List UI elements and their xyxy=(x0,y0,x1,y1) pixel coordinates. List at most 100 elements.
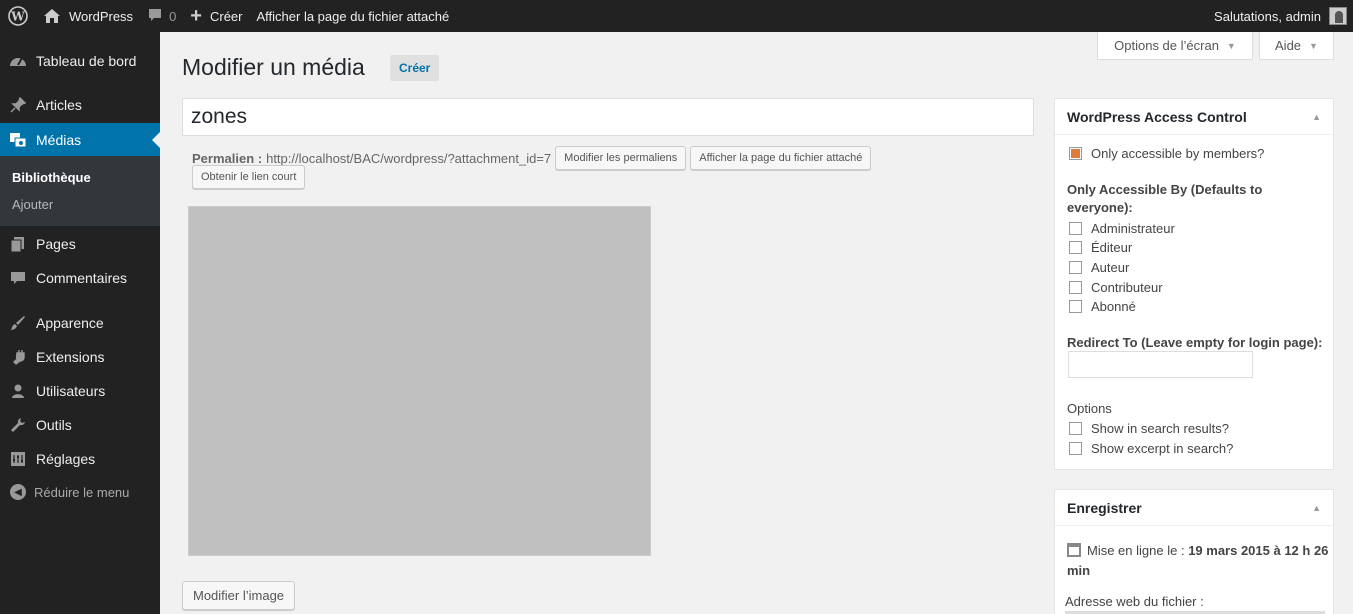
role-label: Abonné xyxy=(1091,299,1136,314)
pin-icon xyxy=(0,97,36,113)
avatar xyxy=(1329,7,1347,25)
role-row[interactable]: Abonné xyxy=(1069,299,1136,314)
sidebar-item-tools[interactable]: Outils xyxy=(0,408,160,442)
accessible-by-label: Only Accessible By (Defaults to everyone… xyxy=(1067,182,1263,215)
sidebar-item-media[interactable]: Médias xyxy=(0,123,160,157)
sidebar-item-comments[interactable]: Commentaires xyxy=(0,261,160,295)
role-checkbox[interactable] xyxy=(1069,300,1082,313)
submenu-library[interactable]: Bibliothèque xyxy=(12,170,91,185)
sidebar-item-label: Tableau de bord xyxy=(36,53,137,69)
admin-bar: W WordPress 0 + Créer Afficher la page d… xyxy=(0,0,1353,32)
role-checkbox[interactable] xyxy=(1069,222,1082,235)
page-title: Modifier un média xyxy=(182,54,365,80)
comment-bubble-icon xyxy=(147,7,163,26)
media-submenu: Bibliothèque Ajouter xyxy=(0,156,160,226)
plus-icon: + xyxy=(190,4,202,27)
members-only-row[interactable]: Only accessible by members? xyxy=(1069,146,1264,161)
publish-box: Enregistrer ▲ Mise en ligne le : 19 mars… xyxy=(1054,489,1334,614)
new-content-label: Créer xyxy=(209,8,243,24)
sidebar-item-users[interactable]: Utilisateurs xyxy=(0,374,160,408)
show-excerpt-label: Show excerpt in search? xyxy=(1091,441,1234,456)
sidebar-item-label: Outils xyxy=(36,417,72,433)
submenu-add-new[interactable]: Ajouter xyxy=(12,197,53,212)
help-label: Aide xyxy=(1275,38,1302,53)
members-only-label: Only accessible by members? xyxy=(1091,146,1265,161)
redirect-input[interactable] xyxy=(1068,351,1253,378)
new-content-link[interactable]: + Créer xyxy=(183,0,249,32)
dashboard-icon xyxy=(0,53,36,69)
site-name[interactable]: WordPress xyxy=(69,9,133,24)
show-search-row[interactable]: Show in search results? xyxy=(1069,421,1229,436)
greeting: Salutations, admin xyxy=(1214,8,1321,24)
show-excerpt-row[interactable]: Show excerpt in search? xyxy=(1069,441,1233,456)
role-row[interactable]: Auteur xyxy=(1069,260,1129,275)
svg-text:W: W xyxy=(10,10,25,24)
redirect-label: Redirect To (Leave empty for login page)… xyxy=(1067,335,1323,350)
get-shortlink-button[interactable]: Obtenir le lien court xyxy=(192,165,306,189)
file-url-label: Adresse web du fichier : xyxy=(1065,594,1204,609)
role-row[interactable]: Contributeur xyxy=(1069,280,1163,295)
sidebar-item-label: Médias xyxy=(36,132,82,148)
comments-icon xyxy=(0,270,36,286)
role-checkbox[interactable] xyxy=(1069,261,1082,274)
box-title: Enregistrer xyxy=(1067,499,1142,516)
media-icon xyxy=(0,132,36,148)
chevron-down-icon: ▼ xyxy=(1226,40,1236,51)
wrench-icon xyxy=(0,417,36,433)
sidebar-item-label: Réglages xyxy=(36,451,96,467)
sidebar-item-pages[interactable]: Pages xyxy=(0,227,160,261)
access-control-header[interactable]: WordPress Access Control ▲ xyxy=(1055,99,1333,135)
calendar-icon xyxy=(1067,543,1081,557)
screen-options-tab[interactable]: Options de l’écran ▼ xyxy=(1097,32,1253,60)
wordpress-logo-icon[interactable]: W xyxy=(0,0,36,32)
role-label: Administrateur xyxy=(1091,221,1175,236)
access-control-box: WordPress Access Control ▲ Only accessib… xyxy=(1054,98,1334,470)
collapse-arrow-icon: ◀ xyxy=(10,484,26,500)
sidebar-item-label: Apparence xyxy=(36,315,104,331)
brush-icon xyxy=(0,315,36,331)
collapse-toggle-icon[interactable]: ▲ xyxy=(1312,503,1321,513)
pages-icon xyxy=(0,236,36,252)
edit-image-button[interactable]: Modifier l’image xyxy=(182,581,296,610)
role-label: Contributeur xyxy=(1091,280,1163,295)
options-label: Options xyxy=(1067,401,1112,416)
sidebar-item-settings[interactable]: Réglages xyxy=(0,442,160,476)
users-icon xyxy=(0,383,36,399)
role-checkbox[interactable] xyxy=(1069,281,1082,294)
sidebar-item-label: Extensions xyxy=(36,349,105,365)
screen-options-label: Options de l’écran xyxy=(1114,38,1219,53)
sidebar-item-label: Commentaires xyxy=(36,270,128,286)
publish-header[interactable]: Enregistrer ▲ xyxy=(1055,490,1333,526)
sidebar-item-dashboard[interactable]: Tableau de bord xyxy=(0,44,160,78)
sidebar-item-articles[interactable]: Articles xyxy=(0,88,160,122)
admin-sidebar: Tableau de bord Articles Médias Biblioth… xyxy=(0,32,160,614)
permalink-url[interactable]: http://localhost/BAC/wordpress/?attachme… xyxy=(266,151,551,166)
plugin-icon xyxy=(0,349,36,365)
collapse-toggle-icon[interactable]: ▲ xyxy=(1312,112,1321,122)
view-attachment-link[interactable]: Afficher la page du fichier attaché xyxy=(250,0,457,32)
edit-permalinks-button[interactable]: Modifier les permaliens xyxy=(555,146,687,170)
comments-count: 0 xyxy=(169,8,177,24)
show-excerpt-checkbox[interactable] xyxy=(1069,442,1082,455)
sidebar-item-label: Pages xyxy=(36,236,76,252)
settings-icon xyxy=(0,451,36,467)
my-account-link[interactable]: Salutations, admin xyxy=(1207,0,1353,32)
site-home-icon[interactable]: WordPress xyxy=(36,0,140,32)
sidebar-item-label: Utilisateurs xyxy=(36,383,106,399)
show-search-label: Show in search results? xyxy=(1091,421,1230,436)
media-title-input[interactable] xyxy=(182,98,1034,136)
sidebar-item-plugins[interactable]: Extensions xyxy=(0,340,160,374)
show-search-checkbox[interactable] xyxy=(1069,422,1082,435)
members-only-checkbox[interactable] xyxy=(1069,147,1082,160)
sidebar-item-appearance[interactable]: Apparence xyxy=(0,306,160,340)
role-checkbox[interactable] xyxy=(1069,241,1082,254)
view-attachment-button[interactable]: Afficher la page du fichier attaché xyxy=(690,146,872,170)
comments-link[interactable]: 0 xyxy=(140,0,183,32)
collapse-menu-button[interactable]: ◀ Réduire le menu xyxy=(10,484,129,500)
chevron-down-icon: ▼ xyxy=(1309,40,1318,51)
role-row[interactable]: Éditeur xyxy=(1069,240,1132,255)
role-row[interactable]: Administrateur xyxy=(1069,221,1175,236)
add-new-button[interactable]: Créer xyxy=(390,55,440,81)
help-tab[interactable]: Aide ▼ xyxy=(1259,32,1334,60)
sidebar-item-label: Articles xyxy=(36,97,82,113)
